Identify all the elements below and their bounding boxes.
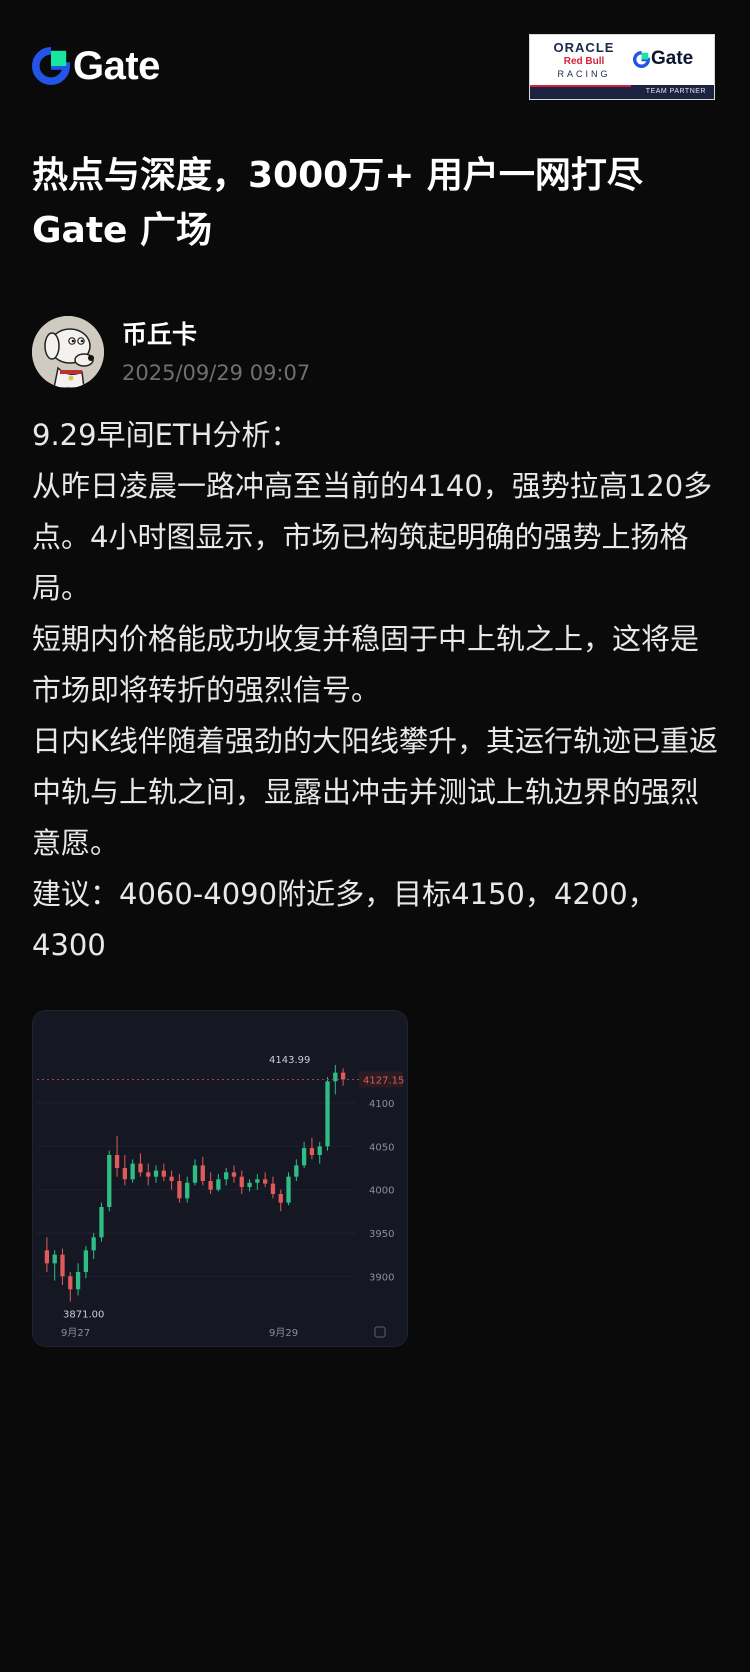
page-title: 热点与深度，3000万+ 用户一网打尽 Gate 广场	[32, 155, 643, 251]
partner-tagline: TEAM PARTNER	[645, 88, 706, 95]
chart-image[interactable]: 3900 3950 4000 4050 4100 4127.15 4143.99 3871.0…	[32, 1010, 408, 1347]
racing-text: RACING	[557, 69, 611, 79]
candle-body	[52, 1254, 57, 1264]
candle-body	[286, 1176, 291, 1203]
gate-logo-icon	[633, 50, 650, 68]
post-paragraph: 短期内价格能成功收复并稳固于中上轨之上，这将是市场即将转折的强烈信号。	[32, 622, 700, 707]
eth-4h-candlestick-chart: 3900 3950 4000 4050 4100 4127.15 4143.99 3871.0…	[37, 1055, 404, 1339]
y-tick-label: 3900	[369, 1272, 394, 1283]
candle-body	[138, 1163, 143, 1173]
y-tick-label: 3950	[369, 1229, 394, 1240]
partner-banner: ORACLE Red Bull RACING Gate TEAM PARTNER	[529, 34, 715, 100]
author-name[interactable]: 币丘卡	[122, 318, 197, 352]
candle-body	[146, 1172, 151, 1177]
candle-body	[44, 1250, 50, 1264]
partner-brand-name: Gate	[651, 48, 694, 69]
y-tick-label: 4050	[369, 1142, 394, 1153]
gate-logo: Gate	[32, 44, 160, 88]
partner-gate-logo: Gate	[633, 45, 693, 73]
candle-body	[309, 1148, 315, 1155]
avatar[interactable]	[32, 316, 104, 388]
partner-accent-stripe	[530, 85, 632, 87]
gate-logo-icon	[32, 47, 70, 85]
settings-icon	[374, 1326, 386, 1338]
candle-body	[255, 1179, 260, 1183]
candle-body	[177, 1181, 182, 1199]
candle-body	[231, 1172, 237, 1177]
candle-body	[114, 1155, 120, 1168]
oracle-redbull-racing-logo: ORACLE Red Bull RACING	[536, 41, 632, 80]
candle-body	[153, 1170, 159, 1177]
candle-body	[224, 1172, 229, 1180]
post-body: 9.29早间ETH分析： 从昨日凌晨一路冲高至当前的4140，强势拉高120多点…	[32, 410, 722, 971]
candle-body	[216, 1179, 221, 1190]
y-tick-label: 4000	[369, 1186, 394, 1197]
candle-body	[75, 1272, 81, 1290]
candle-body	[270, 1183, 276, 1194]
y-tick-label: 4100	[369, 1099, 394, 1110]
oracle-text: ORACLE	[553, 40, 615, 55]
candle-body	[161, 1170, 166, 1177]
candle-body	[107, 1155, 112, 1207]
candle-body	[91, 1237, 96, 1251]
current-price-label: 4127.15	[363, 1075, 404, 1086]
app-header: Gate ORACLE Red Bull RACING Gate TEAM PA…	[0, 0, 750, 130]
candle-body	[200, 1165, 205, 1181]
candle-body	[325, 1081, 330, 1147]
candle-body	[263, 1179, 268, 1184]
candle-body	[278, 1194, 283, 1203]
post-timestamp: 2025/09/29 09:07	[122, 361, 311, 385]
candle-body	[247, 1182, 252, 1188]
candle-body	[68, 1276, 73, 1290]
x-tick-label: 9月29	[269, 1327, 298, 1339]
post-paragraph: 9.29早间ETH分析：	[32, 418, 300, 452]
post-paragraph: 从昨日凌晨一路冲高至当前的4140，强势拉高120多点。4小时图显示，市场已构筑…	[32, 469, 713, 605]
candle-body	[294, 1165, 299, 1177]
redbull-text: Red Bull	[563, 56, 605, 67]
candle-body	[130, 1163, 135, 1180]
post-paragraph: 建议：4060-4090附近多，目标4150，4200，4300	[32, 877, 657, 962]
candle-body	[208, 1181, 213, 1190]
post-paragraph: 日内K线伴随着强劲的大阳线攀升，其运行轨迹已重返中轨与上轨之间，显露出冲击并测试…	[32, 724, 719, 860]
partner-tagline-bar: TEAM PARTNER	[530, 85, 714, 99]
candle-body	[301, 1148, 307, 1166]
candle-body	[169, 1176, 174, 1181]
candle-body	[185, 1182, 190, 1199]
candle-body	[333, 1072, 338, 1082]
candle-body	[340, 1072, 346, 1080]
x-tick-label: 9月27	[61, 1327, 90, 1339]
candle-body	[122, 1168, 127, 1180]
candle-body	[60, 1254, 65, 1277]
dog-avatar-icon	[32, 316, 104, 388]
candle-body	[99, 1207, 104, 1238]
low-price-label: 3871.00	[63, 1309, 104, 1320]
candle-body	[239, 1176, 244, 1188]
brand-name: Gate	[73, 44, 160, 88]
candle-body	[317, 1146, 322, 1155]
high-price-label: 4143.99	[269, 1055, 310, 1066]
author-row[interactable]: 币丘卡 2025/09/29 09:07	[32, 316, 712, 390]
candle-body	[83, 1250, 89, 1272]
candle-body	[192, 1165, 198, 1183]
